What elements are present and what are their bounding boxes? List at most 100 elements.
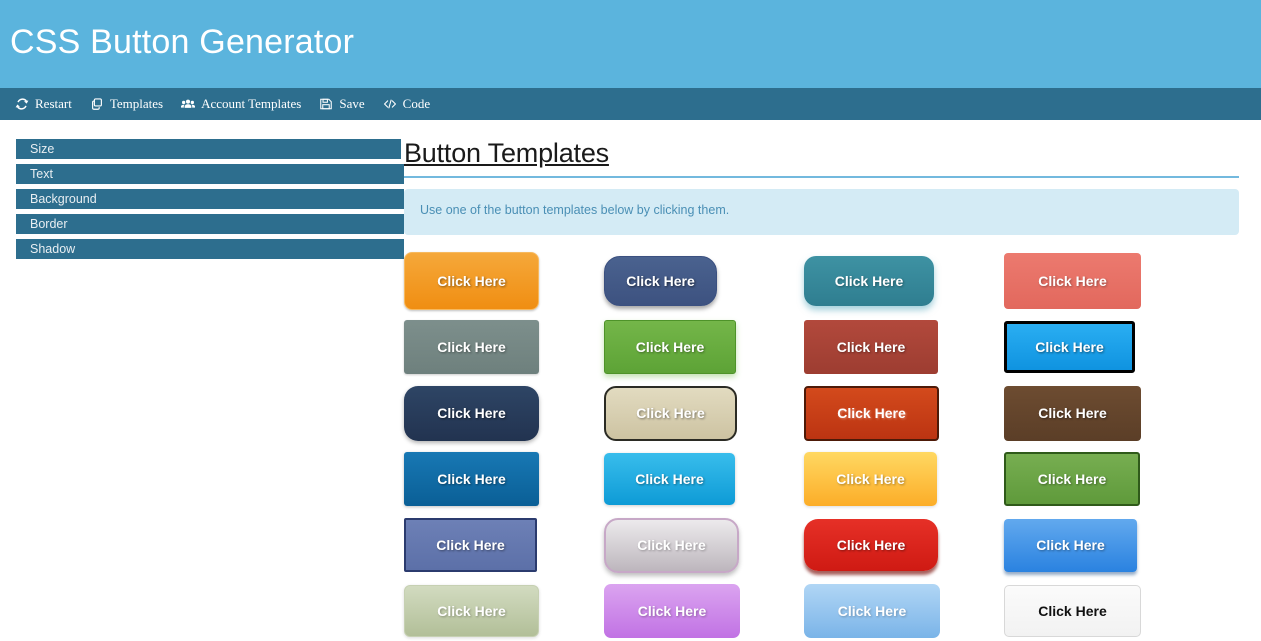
template-button-brown-square[interactable]: Click Here xyxy=(1004,385,1141,441)
template-button-periwinkle-border[interactable]: Click Here xyxy=(404,518,537,573)
template-button-blue-black-border[interactable]: Click Here xyxy=(1004,321,1135,374)
template-button-label: Click Here xyxy=(1037,471,1107,488)
toolbar-label-templates: Templates xyxy=(109,96,164,111)
toolbar-item-restart[interactable]: Restart xyxy=(6,96,81,112)
toolbar-item-code[interactable]: Code xyxy=(374,96,439,112)
template-cell: Click Here xyxy=(604,515,804,575)
users-icon xyxy=(181,97,196,111)
template-button-label: Click Here xyxy=(837,405,906,422)
template-button-white-plain[interactable]: Click Here xyxy=(1004,585,1141,638)
template-button-gray-green-square[interactable]: Click Here xyxy=(404,320,539,375)
template-button-label: Click Here xyxy=(834,273,904,290)
toolbar-label-code: Code xyxy=(402,96,431,111)
template-button-salmon-coral[interactable]: Click Here xyxy=(1004,253,1141,310)
content-area: Size Text Background Border Shadow Butto… xyxy=(0,120,1261,641)
code-icon xyxy=(383,97,397,111)
template-button-label: Click Here xyxy=(836,339,906,356)
toolbar-label-restart: Restart xyxy=(35,96,72,111)
template-button-gold-yellow[interactable]: Click Here xyxy=(804,452,937,507)
template-button-label: Click Here xyxy=(836,471,905,488)
sidebar-item-background[interactable]: Background xyxy=(16,189,404,209)
template-button-label: Click Here xyxy=(1038,273,1107,290)
sidebar-item-shadow[interactable]: Shadow xyxy=(16,239,404,259)
copy-icon xyxy=(90,97,104,111)
main-toolbar: Restart Templates Account Templates Save… xyxy=(0,88,1261,120)
template-cell: Click Here xyxy=(604,449,804,509)
template-cell: Click Here xyxy=(1004,515,1204,575)
template-cell: Click Here xyxy=(804,383,1004,443)
sidebar-label-shadow: Shadow xyxy=(30,242,76,256)
template-cell: Click Here xyxy=(604,251,804,311)
toolbar-item-save[interactable]: Save xyxy=(310,96,373,112)
toolbar-label-save: Save xyxy=(339,96,365,111)
template-cell: Click Here xyxy=(1004,581,1204,641)
template-button-brick-red-square[interactable]: Click Here xyxy=(804,320,938,375)
template-cell: Click Here xyxy=(1004,383,1204,443)
template-button-label: Click Here xyxy=(635,471,704,488)
template-cell: Click Here xyxy=(404,515,604,575)
template-button-label: Click Here xyxy=(636,405,705,422)
template-button-silver-gradient[interactable]: Click Here xyxy=(604,517,739,573)
sidebar-label-border: Border xyxy=(30,217,68,231)
template-button-red-orange-border[interactable]: Click Here xyxy=(804,385,939,441)
sidebar-label-text: Text xyxy=(30,167,53,181)
template-cell: Click Here xyxy=(1004,449,1204,509)
template-cell: Click Here xyxy=(804,515,1004,575)
template-button-label: Click Here xyxy=(437,405,506,422)
sidebar: Size Text Background Border Shadow xyxy=(0,139,404,641)
template-cell: Click Here xyxy=(404,317,604,377)
sidebar-label-background: Background xyxy=(30,192,97,206)
template-button-light-sky-blue[interactable]: Click Here xyxy=(804,584,940,639)
toolbar-item-account-templates[interactable]: Account Templates xyxy=(172,96,310,112)
template-button-label: Click Here xyxy=(436,537,505,554)
heading-divider xyxy=(404,176,1239,179)
template-cell: Click Here xyxy=(404,581,604,641)
button-template-grid: Click Here Click Here Click Here Click Here… xyxy=(404,251,1239,641)
main-panel: Button Templates Use one of the button t… xyxy=(404,139,1261,641)
template-button-label: Click Here xyxy=(626,273,695,290)
template-button-label: Click Here xyxy=(437,471,506,488)
info-alert-text: Use one of the button templates below by… xyxy=(420,203,730,218)
template-button-label: Click Here xyxy=(1035,339,1104,356)
template-button-label: Click Here xyxy=(1038,405,1107,422)
app-header: CSS Button Generator xyxy=(0,0,1261,88)
template-cell: Click Here xyxy=(404,383,604,443)
template-cell: Click Here xyxy=(604,383,804,443)
template-cell: Click Here xyxy=(404,449,604,509)
template-cell: Click Here xyxy=(804,581,1004,641)
template-button-orange-rounded[interactable]: Click Here xyxy=(404,252,539,311)
template-button-dark-navy-round[interactable]: Click Here xyxy=(404,385,539,441)
template-button-label: Click Here xyxy=(637,537,706,554)
template-cell: Click Here xyxy=(804,317,1004,377)
template-cell: Click Here xyxy=(1004,317,1204,377)
template-button-label: Click Here xyxy=(635,339,705,356)
template-button-red-rounded[interactable]: Click Here xyxy=(804,519,938,572)
template-button-label: Click Here xyxy=(437,273,506,290)
refresh-icon xyxy=(15,97,29,111)
sidebar-label-size: Size xyxy=(30,142,55,156)
template-button-cyan-blue[interactable]: Click Here xyxy=(604,453,735,506)
toolbar-item-templates[interactable]: Templates xyxy=(81,96,172,112)
template-button-sage-green-light[interactable]: Click Here xyxy=(404,585,539,638)
sidebar-item-size[interactable]: Size xyxy=(16,139,401,159)
template-button-tan-dark-border[interactable]: Click Here xyxy=(604,385,737,441)
info-alert: Use one of the button templates below by… xyxy=(404,189,1239,236)
floppy-disk-icon xyxy=(319,97,333,111)
sidebar-item-border[interactable]: Border xyxy=(16,214,404,234)
template-button-label: Click Here xyxy=(437,339,506,356)
section-heading: Button Templates xyxy=(404,138,609,168)
template-button-green-square[interactable]: Click Here xyxy=(604,320,736,375)
template-cell: Click Here xyxy=(604,581,804,641)
sidebar-item-text[interactable]: Text xyxy=(16,164,404,184)
template-button-navy-indigo-round[interactable]: Click Here xyxy=(604,256,717,307)
template-cell: Click Here xyxy=(804,251,1004,311)
template-cell: Click Here xyxy=(604,317,804,377)
template-button-label: Click Here xyxy=(1036,537,1105,554)
template-button-light-purple[interactable]: Click Here xyxy=(604,584,740,639)
template-button-blue-steel[interactable]: Click Here xyxy=(404,452,539,507)
page-title: CSS Button Generator xyxy=(10,23,355,61)
template-button-green-dark-border[interactable]: Click Here xyxy=(1004,452,1140,507)
template-button-teal-rounded[interactable]: Click Here xyxy=(804,256,934,307)
template-button-label: Click Here xyxy=(836,537,906,554)
template-button-medium-blue[interactable]: Click Here xyxy=(1004,518,1137,572)
